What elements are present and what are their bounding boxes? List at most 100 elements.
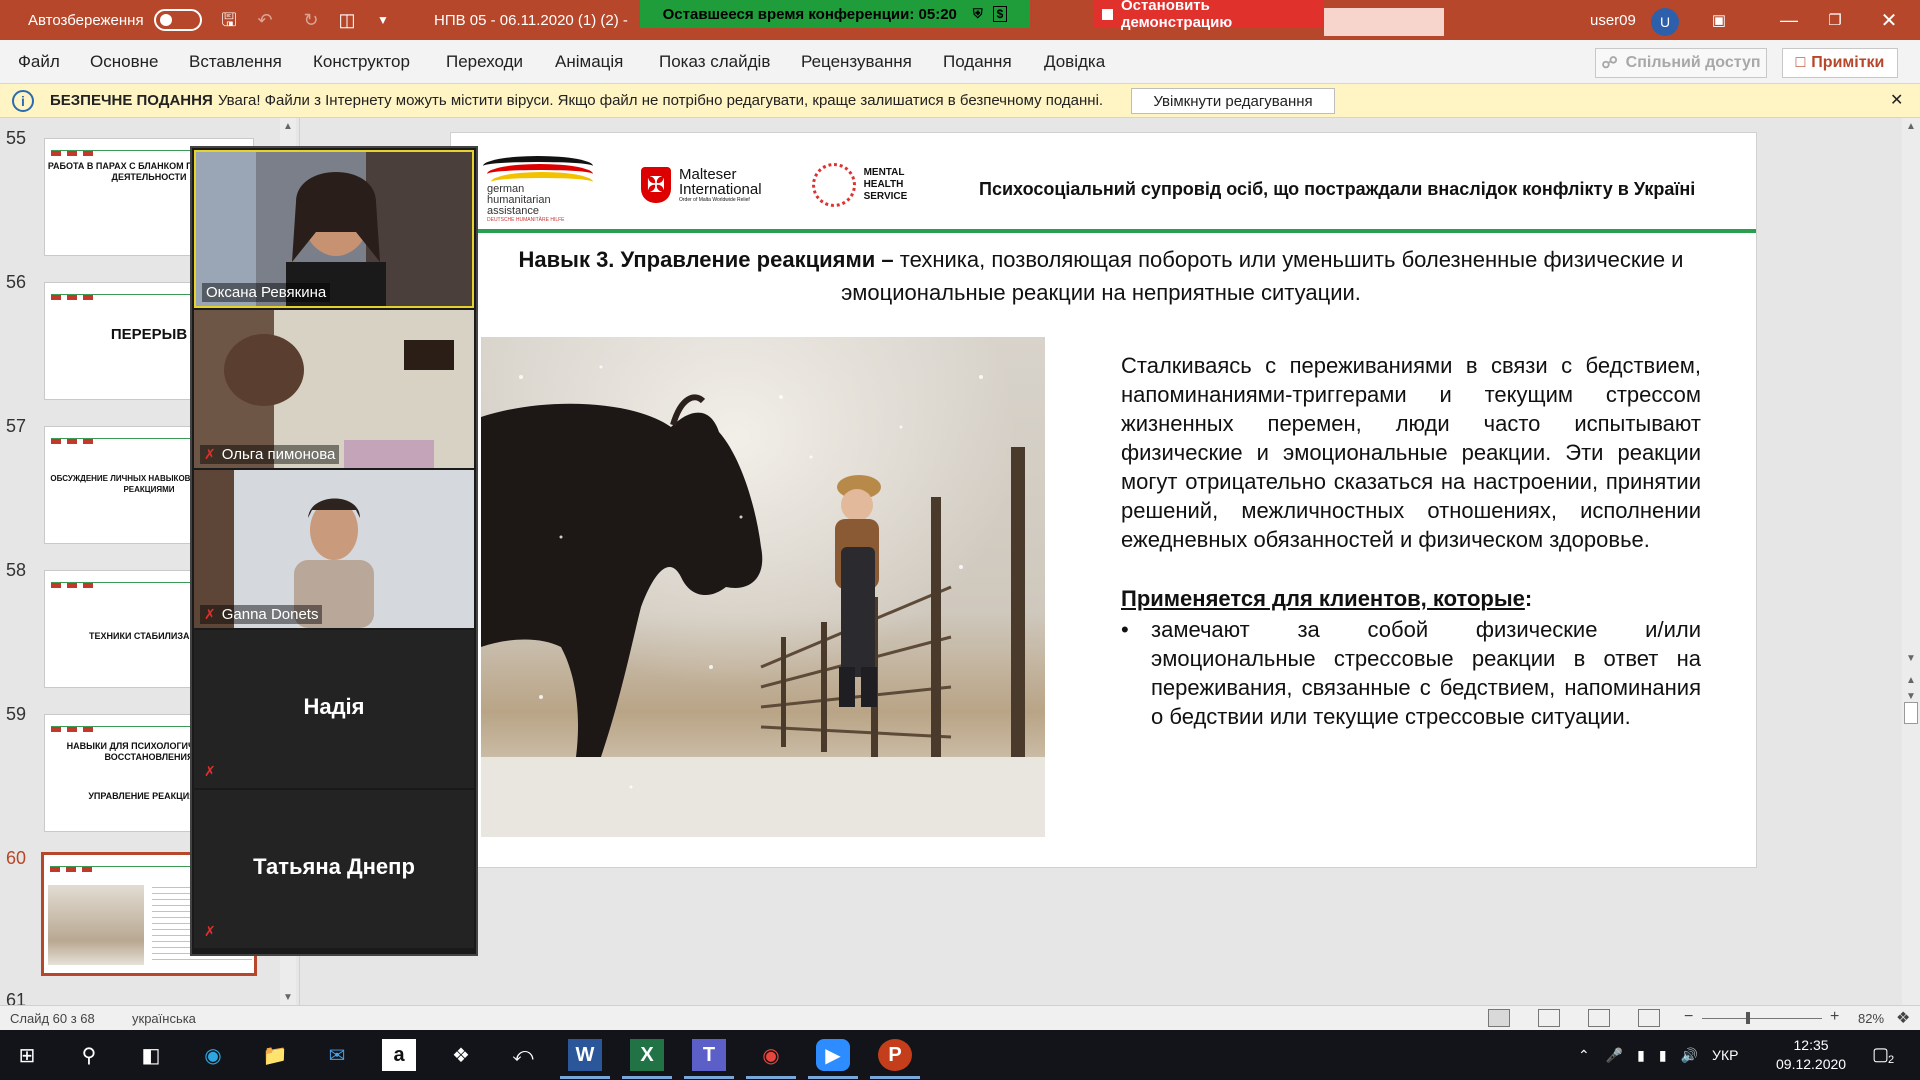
tab-slideshow[interactable]: Показ слайдів <box>659 52 770 72</box>
participant-tile-4[interactable]: Надія ✗ <box>194 630 474 788</box>
amazon-icon[interactable]: a <box>382 1039 416 1071</box>
slideshow-icon[interactable] <box>1638 1009 1660 1027</box>
comments-label: Примітки <box>1811 54 1885 71</box>
word-icon[interactable]: W <box>560 1039 610 1079</box>
task-view-icon[interactable]: ◧ <box>134 1039 168 1071</box>
windows-start-icon[interactable]: ⊞ <box>10 1039 44 1071</box>
network-icon[interactable]: ▮ <box>1659 1047 1667 1064</box>
edge-icon[interactable]: ◉ <box>196 1039 230 1071</box>
fit-to-window-icon[interactable]: ❖ <box>1896 1008 1910 1028</box>
language-indicator[interactable]: українська <box>132 1011 196 1026</box>
present-from-start-icon[interactable]: ◫ <box>336 10 358 30</box>
search-icon[interactable]: ⚲ <box>72 1039 106 1071</box>
notification-icon[interactable]: ▢ <box>1872 1044 1889 1065</box>
participant-name: Ольга пимонова <box>221 446 336 463</box>
bullet-list: замечают за собой физические и/или эмоци… <box>1121 615 1701 731</box>
prev-slide-icon[interactable]: ▲ <box>1903 672 1919 688</box>
scroll-up-icon[interactable]: ▲ <box>280 118 296 134</box>
zoom-level[interactable]: 82% <box>1858 1011 1884 1026</box>
share-button[interactable]: ☍ Спільний доступ <box>1595 48 1767 78</box>
next-slide-icon[interactable]: ▼ <box>1903 688 1919 704</box>
normal-view-icon[interactable] <box>1488 1009 1510 1027</box>
bull-and-child-photo <box>481 337 1045 837</box>
zoom-slider[interactable] <box>1702 1012 1822 1024</box>
slide-title: Навык 3. Управление реакциями – техника,… <box>491 243 1711 309</box>
chrome-icon[interactable]: ◉ <box>746 1039 796 1079</box>
editor-scrollbar[interactable]: ▲ ▼ ▲ ▼ <box>1902 118 1920 1005</box>
chevron-up-icon[interactable]: ⌃ <box>1578 1047 1590 1064</box>
slide-photo <box>481 337 1045 837</box>
powerpoint-icon[interactable]: P <box>870 1039 920 1079</box>
slide-editor: german humanitarian assistance DEUTSCHE … <box>300 118 1920 1005</box>
scroll-thumb[interactable] <box>1904 702 1918 724</box>
protected-view-label: БЕЗПЕЧНЕ ПОДАННЯ <box>50 92 213 109</box>
teams-icon[interactable]: T <box>684 1039 734 1079</box>
document-title: НПВ 05 - 06.11.2020 (1) (2) - <box>434 11 628 29</box>
stop-icon <box>1102 8 1113 20</box>
volume-icon[interactable]: 🔊 <box>1681 1047 1698 1064</box>
undo-icon[interactable]: ↶ <box>254 10 276 30</box>
search-box[interactable] <box>1324 8 1444 36</box>
scroll-up-icon[interactable]: ▲ <box>1903 118 1919 134</box>
mic-muted-icon: ✗ <box>204 923 216 939</box>
minimize-icon[interactable]: — <box>1766 0 1812 40</box>
logo-text: MENTAL <box>863 167 905 178</box>
dropbox-icon[interactable]: ❖ <box>444 1039 478 1071</box>
redo-icon[interactable]: ↻ <box>300 10 322 30</box>
tab-home[interactable]: Основне <box>90 52 158 72</box>
close-window-icon[interactable]: ✕ <box>1866 0 1912 40</box>
body-paragraph: Сталкиваясь с переживаниями в связи с бе… <box>1121 353 1701 552</box>
tab-insert[interactable]: Вставлення <box>189 52 282 72</box>
slide-sorter-icon[interactable] <box>1538 1009 1560 1027</box>
slide-number: 55 <box>6 128 27 148</box>
tab-design[interactable]: Конструктор <box>313 52 410 72</box>
zoom-time-label: Оставшееся время конференции: 05:20 <box>662 5 957 23</box>
slide-canvas[interactable]: german humanitarian assistance DEUTSCHE … <box>450 132 1757 868</box>
tab-file[interactable]: Файл <box>18 52 60 72</box>
status-bar: Слайд 60 з 68 українська − + 82% ❖ <box>0 1005 1920 1030</box>
excel-icon[interactable]: X <box>622 1039 672 1079</box>
tab-view[interactable]: Подання <box>943 52 1012 72</box>
customize-toolbar-icon[interactable]: ▼ <box>372 10 394 30</box>
stop-demo-button[interactable]: Остановить демонстрацию <box>1094 0 1324 31</box>
skill-title: Навык 3. Управление реакциями – <box>518 247 894 272</box>
zoom-in-icon[interactable]: + <box>1830 1008 1839 1026</box>
info-icon: i <box>12 90 34 112</box>
participant-tile-2[interactable]: ✗ Ольга пимонова <box>194 310 474 468</box>
mic-muted-icon: ✗ <box>204 606 216 622</box>
logo-subtext: DEUTSCHE HUMANITÄRE HILFE <box>487 217 565 223</box>
mail-icon[interactable]: ✉ <box>320 1039 354 1071</box>
participant-tile-3[interactable]: ✗ Ganna Donets <box>194 470 474 628</box>
clock[interactable]: 12:35 09.12.2020 <box>1776 1036 1846 1074</box>
tab-review[interactable]: Рецензування <box>801 52 912 72</box>
zoom-slider-thumb[interactable] <box>1746 1012 1750 1024</box>
participant-tile-1[interactable]: Оксана Ревякина <box>194 150 474 308</box>
zoom-icon[interactable]: ▶ <box>808 1039 858 1079</box>
avatar[interactable]: U <box>1651 8 1679 36</box>
close-icon[interactable]: ✕ <box>1890 90 1903 110</box>
tab-help[interactable]: Довідка <box>1044 52 1105 72</box>
zoom-out-icon[interactable]: − <box>1684 1008 1693 1026</box>
zoom-time-banner: Оставшееся время конференции: 05:20 ⛨ $ <box>640 0 1030 28</box>
app-icon[interactable]: ⤺ <box>506 1039 540 1071</box>
microphone-icon[interactable]: 🎤 <box>1606 1047 1623 1064</box>
scroll-down-icon[interactable]: ▼ <box>1903 650 1919 666</box>
file-explorer-icon[interactable]: 📁 <box>258 1039 292 1071</box>
logo-text: Malteser <box>679 165 737 183</box>
enable-editing-button[interactable]: Увімкнути редагування <box>1131 88 1335 114</box>
comments-button[interactable]: □ Примітки <box>1782 48 1898 78</box>
tab-animations[interactable]: Анімація <box>555 52 623 72</box>
ribbon-display-icon[interactable]: ▣ <box>1696 0 1742 40</box>
autosave-toggle[interactable]: Автозбереження <box>28 0 202 40</box>
save-icon[interactable]: 🖫 <box>218 10 240 30</box>
battery-icon[interactable]: ▮ <box>1637 1047 1645 1064</box>
keyboard-language[interactable]: УКР <box>1712 1047 1738 1063</box>
restore-icon[interactable]: ❐ <box>1812 0 1858 40</box>
user-name[interactable]: user09 <box>1590 0 1636 40</box>
scroll-down-icon[interactable]: ▼ <box>280 989 296 1005</box>
participant-tile-5[interactable]: Татьяна Днепр ✗ <box>194 790 474 948</box>
tab-transitions[interactable]: Переходи <box>446 52 523 72</box>
autosave-switch[interactable] <box>153 9 202 31</box>
reading-view-icon[interactable] <box>1588 1009 1610 1027</box>
video-participants-panel[interactable]: Оксана Ревякина ✗ Ольга пимонова ✗ Ganna D… <box>190 146 478 956</box>
